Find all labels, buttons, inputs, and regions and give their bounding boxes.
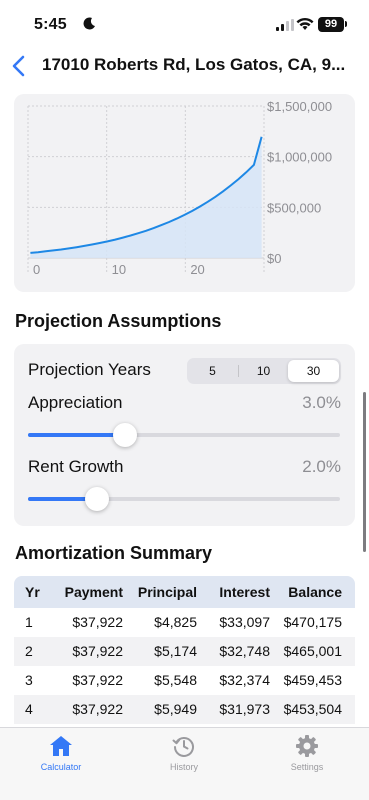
cell-yr: 3 [25, 672, 33, 688]
table-row: 3 $37,922 $5,548 $32,374 $459,453 [14, 666, 355, 695]
cell-yr: 1 [25, 614, 33, 630]
cell-interest: $32,748 [219, 643, 270, 659]
segment-option-30[interactable]: 30 [288, 360, 339, 382]
x-tick-label: 0 [33, 262, 40, 277]
x-tick-label: 10 [112, 262, 126, 277]
back-chevron-icon[interactable] [10, 54, 28, 78]
house-icon [50, 736, 72, 756]
cell-interest: $32,374 [219, 672, 270, 688]
cell-principal: $5,174 [154, 643, 197, 659]
cell-principal: $5,949 [154, 701, 197, 717]
projection-chart: $1,500,000 $1,000,000 $500,000 $0 0 10 20 [27, 99, 332, 277]
appreciation-slider[interactable] [28, 423, 340, 447]
y-tick-label: $1,000,000 [267, 150, 332, 165]
column-header-balance: Balance [288, 584, 342, 600]
assumptions-card: Projection Years 5 10 30 Appreciation 3.… [14, 344, 355, 526]
amortization-table: Yr Payment Principal Interest Balance 1 … [14, 576, 355, 724]
page-title: 17010 Roberts Rd, Los Gatos, CA, 9... [42, 55, 346, 74]
gear-icon [296, 735, 318, 757]
tab-label: Calculator [40, 762, 82, 772]
nav-bar: 17010 Roberts Rd, Los Gatos, CA, 9... [0, 46, 369, 86]
cell-balance: $465,001 [283, 643, 342, 659]
appreciation-slider-fill [28, 433, 125, 437]
table-row: 2 $37,922 $5,174 $32,748 $465,001 [14, 637, 355, 666]
tab-label: Settings [290, 762, 324, 772]
column-header-yr: Yr [25, 584, 40, 600]
section-title-projection-assumptions: Projection Assumptions [15, 311, 222, 331]
tab-history[interactable]: History [139, 734, 229, 772]
battery-indicator: 99 [318, 17, 344, 32]
segment-option-10[interactable]: 10 [238, 358, 289, 384]
table-header: Yr Payment Principal Interest Balance [14, 576, 355, 608]
y-tick-label: $1,500,000 [267, 99, 332, 114]
column-header-interest: Interest [219, 584, 270, 600]
cell-yr: 2 [25, 643, 33, 659]
segment-option-5[interactable]: 5 [187, 358, 238, 384]
column-header-payment: Payment [64, 584, 123, 600]
table-row: 4 $37,922 $5,949 $31,973 $453,504 [14, 695, 355, 724]
appreciation-label: Appreciation [28, 393, 123, 412]
cellular-signal-icon [276, 19, 294, 31]
appreciation-slider-thumb[interactable] [112, 423, 137, 447]
cell-yr: 4 [25, 701, 33, 717]
cell-payment: $37,922 [72, 701, 123, 717]
column-header-principal: Principal [137, 584, 197, 600]
wifi-icon [296, 17, 314, 30]
x-tick-label: 20 [190, 262, 204, 277]
cell-balance: $453,504 [283, 701, 342, 717]
cell-payment: $37,922 [72, 672, 123, 688]
tab-bar: Calculator History Settings [0, 727, 369, 800]
status-time: 5:45 [34, 16, 67, 33]
cell-payment: $37,922 [72, 643, 123, 659]
moon-icon [83, 17, 95, 30]
rent-growth-slider[interactable] [28, 487, 340, 511]
battery-tip [345, 21, 347, 27]
tab-settings[interactable]: Settings [262, 734, 352, 772]
cell-payment: $37,922 [72, 614, 123, 630]
history-icon [172, 737, 194, 757]
projection-chart-card: $1,500,000 $1,000,000 $500,000 $0 0 10 20 [14, 94, 355, 292]
section-title-amortization-summary: Amortization Summary [15, 543, 213, 563]
series-area [30, 136, 262, 258]
cell-interest: $33,097 [219, 614, 270, 630]
appreciation-value: 3.0% [302, 393, 341, 412]
tab-calculator[interactable]: Calculator [16, 734, 106, 772]
scroll-indicator[interactable] [363, 392, 366, 552]
cell-principal: $5,548 [154, 672, 197, 688]
rent-growth-value: 2.0% [302, 457, 341, 476]
cell-balance: $459,453 [283, 672, 342, 688]
tab-label: History [169, 762, 198, 772]
y-tick-label: $0 [267, 251, 281, 266]
cell-principal: $4,825 [154, 614, 197, 630]
table-row: 1 $37,922 $4,825 $33,097 $470,175 [14, 608, 355, 637]
rent-growth-slider-thumb[interactable] [84, 487, 109, 511]
projection-years-segmented-control: 5 10 30 [187, 358, 341, 384]
cell-interest: $31,973 [219, 701, 270, 717]
status-bar: 5:45 99 [0, 0, 369, 46]
y-tick-label: $500,000 [267, 200, 321, 215]
projection-years-label: Projection Years [28, 360, 151, 379]
rent-growth-label: Rent Growth [28, 457, 124, 476]
cell-balance: $470,175 [283, 614, 342, 630]
